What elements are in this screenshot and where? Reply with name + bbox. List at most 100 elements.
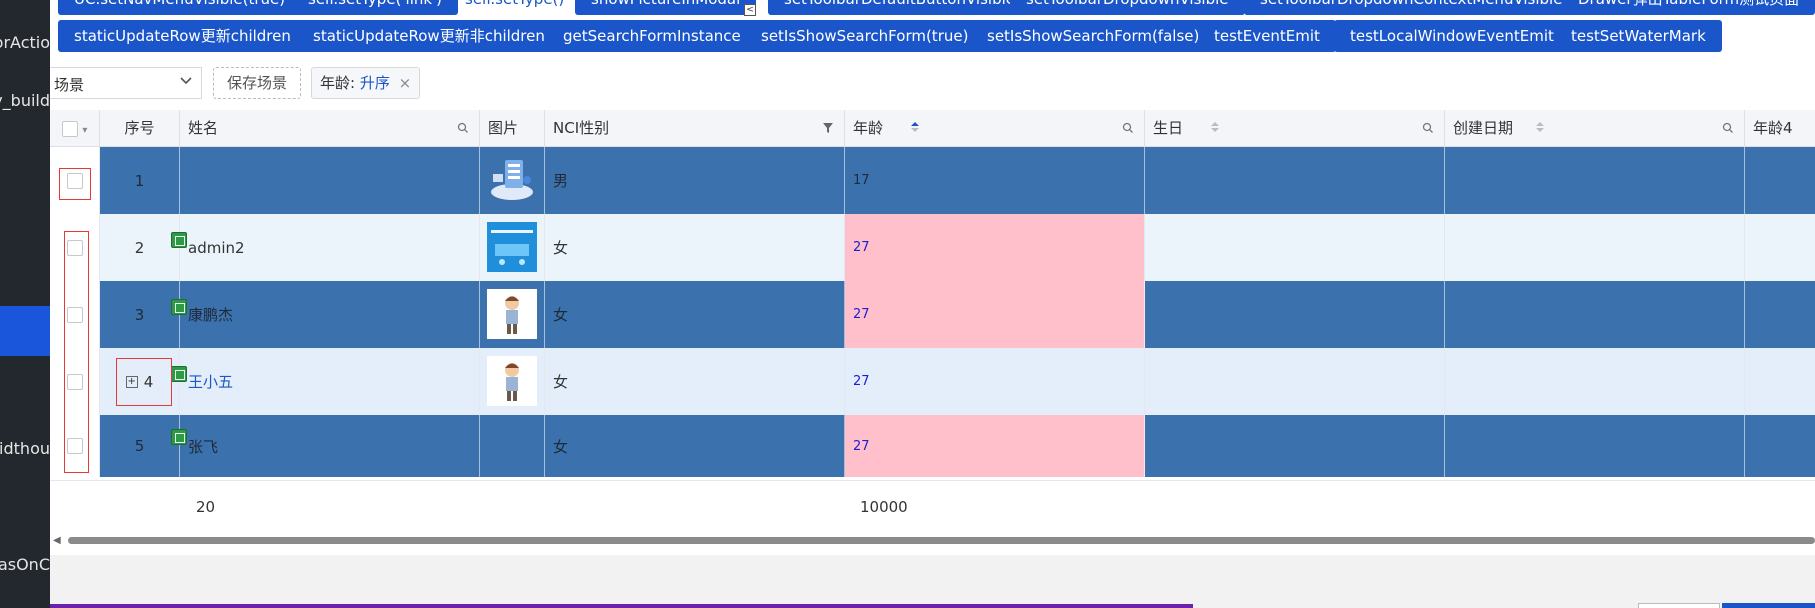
age4-cell xyxy=(1745,348,1815,415)
set-toolbar-dropdown-visible-button[interactable]: setToolbarDropdownVisible xyxy=(1010,0,1245,15)
set-is-show-search-form-false-button[interactable]: setIsShowSearchForm(false) xyxy=(971,20,1216,52)
set-toolbar-dropdown-context-menu-visible-button[interactable]: setToolbarDropdownContextMenuVisible xyxy=(1244,0,1579,15)
sort-tag: 年龄: 升序 × xyxy=(311,67,421,99)
created-cell xyxy=(1445,147,1745,214)
selection-box xyxy=(116,358,172,406)
show-picture-in-modal-button[interactable]: showPictureInModal xyxy=(575,0,757,15)
created-cell xyxy=(1445,415,1745,477)
drawer-tableform-test-button[interactable]: Drawer弹出TableForm测试页面 xyxy=(1562,0,1815,15)
header-seq: 序号 xyxy=(100,110,180,147)
person-cartoon-image xyxy=(487,356,537,406)
bottom-button-primary[interactable] xyxy=(1722,603,1815,608)
header-age4: 年龄4 xyxy=(1745,110,1815,147)
table-row[interactable]: 1 男 17 xyxy=(50,147,1815,214)
birthday-cell xyxy=(1145,281,1445,348)
bottom-area xyxy=(50,555,1815,608)
header-name[interactable]: 姓名 xyxy=(180,110,480,147)
close-icon[interactable]: × xyxy=(399,74,412,92)
test-set-watermark-button[interactable]: testSetWaterMark xyxy=(1555,20,1722,52)
scene-select[interactable]: 场景 xyxy=(50,67,202,99)
picture-cell xyxy=(480,214,545,281)
select-all-checkbox[interactable] xyxy=(61,120,78,137)
set-is-show-search-form-true-button[interactable]: setIsShowSearchForm(true) xyxy=(745,20,985,52)
set-type-button[interactable]: self.setType() xyxy=(449,0,580,15)
table-row[interactable]: + 4 王小五 女 27 xyxy=(50,348,1815,415)
set-type-link-button[interactable]: self.setType('link') xyxy=(292,0,459,15)
table-row[interactable]: 5 张飞 女 27 xyxy=(50,415,1815,477)
header-birthday[interactable]: 生日 xyxy=(1145,110,1445,147)
seq-cell: 1 xyxy=(100,147,180,214)
name-link[interactable]: 王小五 xyxy=(188,371,233,392)
birthday-cell xyxy=(1145,348,1445,415)
bottom-button-outline[interactable] xyxy=(1638,603,1720,608)
picture-cell xyxy=(480,348,545,415)
footer-age-sum: 10000 xyxy=(860,498,908,516)
static-update-row-non-children-button[interactable]: staticUpdateRow更新非children xyxy=(297,20,561,52)
created-cell xyxy=(1445,348,1745,415)
name-cell: 康鹏杰 xyxy=(180,281,480,348)
age4-cell xyxy=(1745,147,1815,214)
header-created[interactable]: 创建日期 xyxy=(1445,110,1745,147)
seq-cell: 2 xyxy=(100,214,180,281)
sort-tag-key: 年龄: xyxy=(320,74,356,92)
header-birthday-label: 生日 xyxy=(1153,119,1184,137)
gender-cell: 女 xyxy=(545,214,845,281)
collapse-icon[interactable]: < xyxy=(744,4,756,16)
sidebar-item-1[interactable]: orActio xyxy=(0,33,50,52)
picture-cell xyxy=(480,281,545,348)
gender-cell: 男 xyxy=(545,147,845,214)
gender-cell: 女 xyxy=(545,415,845,477)
table-row[interactable]: 3 康鹏杰 女 27 xyxy=(50,281,1815,348)
age-cell: 27 xyxy=(845,214,1145,281)
birthday-cell xyxy=(1145,214,1445,281)
birthday-cell xyxy=(1145,415,1445,477)
horizontal-scrollbar[interactable] xyxy=(68,537,1815,544)
person-cartoon-image xyxy=(487,289,537,339)
age-cell: 27 xyxy=(845,415,1145,477)
age4-cell xyxy=(1745,415,1815,477)
age-cell: 27 xyxy=(845,348,1145,415)
gender-cell: 女 xyxy=(545,281,845,348)
birthday-cell xyxy=(1145,147,1445,214)
sort-tag-value: 升序 xyxy=(359,74,390,92)
selection-box xyxy=(59,168,91,200)
blue-banner-image xyxy=(487,222,537,272)
left-sidebar: orActio y_build Widthou lasOnC xyxy=(0,0,50,608)
app-root: orActio y_build Widthou lasOnC UC.setNav… xyxy=(0,0,1815,608)
scroll-left-icon[interactable]: ◀ xyxy=(53,535,61,546)
seq-cell: 3 xyxy=(100,281,180,348)
sidebar-active-item[interactable] xyxy=(0,306,50,356)
scene-select-value: 场景 xyxy=(54,76,85,94)
name-cell xyxy=(180,147,480,214)
toolbar: UC.setNavMenuVisible(true) self.setType(… xyxy=(50,0,1815,58)
chevron-down-icon xyxy=(179,73,193,91)
header-age[interactable]: 年龄 xyxy=(845,110,1145,147)
save-scene-button[interactable]: 保存场景 xyxy=(213,67,301,99)
header-created-label: 创建日期 xyxy=(1453,119,1514,137)
selection-box xyxy=(64,231,89,473)
test-event-emit-button[interactable]: testEventEmit xyxy=(1198,20,1336,52)
set-toolbar-default-button-visible-button[interactable]: setToolbarDefaultButtonVisible xyxy=(768,0,1031,15)
footer-seq-sum: 20 xyxy=(196,498,216,516)
sidebar-item-3[interactable]: Widthou xyxy=(0,439,50,458)
static-update-row-children-button[interactable]: staticUpdateRow更新children xyxy=(58,20,307,52)
chevron-down-icon[interactable]: ▾ xyxy=(82,125,87,136)
sidebar-item-4[interactable]: lasOnC xyxy=(0,555,50,574)
seq-cell: 5 xyxy=(100,415,180,477)
set-nav-menu-visible-button[interactable]: UC.setNavMenuVisible(true) xyxy=(58,0,302,15)
header-gender-label: NCI性别 xyxy=(553,119,610,137)
get-search-form-instance-button[interactable]: getSearchFormInstance xyxy=(547,20,757,52)
header-select-all[interactable]: ▾ xyxy=(50,110,100,147)
header-age-label: 年龄 xyxy=(853,119,884,137)
sidebar-item-2[interactable]: y_build xyxy=(0,91,50,110)
name-cell: admin2 xyxy=(180,214,480,281)
age4-cell xyxy=(1745,214,1815,281)
age4-cell xyxy=(1745,281,1815,348)
age-cell: 17 xyxy=(845,147,1145,214)
header-name-label: 姓名 xyxy=(188,119,219,137)
table-row[interactable]: 2 admin2 女 27 xyxy=(50,214,1815,281)
test-local-window-event-emit-button[interactable]: testLocalWindowEventEmit xyxy=(1334,20,1570,52)
server-illustration-image xyxy=(491,160,533,200)
name-cell: 王小五 xyxy=(180,348,480,415)
header-gender[interactable]: NCI性别 xyxy=(545,110,845,147)
